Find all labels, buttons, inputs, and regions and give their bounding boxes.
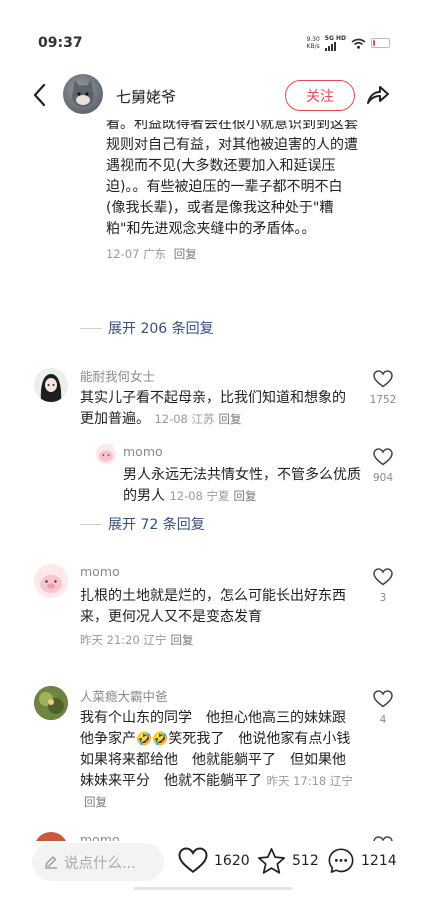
commenter-avatar[interactable] [34, 686, 68, 720]
sub-reply-date-location: 12-08 宁夏 [169, 489, 230, 503]
comment-total: 1214 [361, 853, 397, 869]
like-control[interactable]: 904 [366, 448, 400, 484]
commenter-name[interactable]: momo [80, 832, 120, 841]
pen-icon [45, 856, 57, 869]
star-icon[interactable] [257, 847, 286, 875]
home-indicator [134, 887, 292, 890]
heart-icon[interactable] [373, 690, 393, 708]
expand-replies[interactable]: 展开 72 条回复 [80, 514, 205, 534]
like-count: 4 [379, 714, 387, 726]
nature-avatar-icon [34, 686, 68, 720]
commenter-avatar[interactable] [34, 832, 68, 841]
status-bar: 09:37 9.30 KB/s 5G HD [16, 19, 410, 63]
continued-reply: 看。利益既得者会在很小就意识到到这套规则对自己有益，对其他被迫害的人的遭遇视而不… [106, 120, 360, 262]
comment-meta: 昨天 21:20 辽宁 回复 [80, 632, 193, 648]
network-speed-unit: KB/s [306, 43, 320, 50]
comment-input[interactable]: 说点什么... [32, 843, 164, 881]
comment-body: 我有个山东的同学 他担心他高三的妹妹跟他争家产🤣🤣笑死我了 他说他家有点小钱 如… [80, 708, 364, 813]
bottom-action-bar: 说点什么... 1620 512 1214 [16, 841, 410, 891]
back-icon[interactable] [30, 82, 50, 108]
comment-meta: 12-08 江苏 回复 [154, 412, 241, 426]
expand-replies-label[interactable]: 展开 72 条回复 [108, 514, 205, 534]
like-count: 3 [379, 592, 387, 604]
like-control[interactable]: 3 [366, 568, 400, 604]
status-time: 09:37 [38, 35, 83, 51]
sub-replier-avatar[interactable] [96, 444, 116, 464]
comment-date-location: 12-08 江苏 [154, 412, 215, 426]
commenter-avatar[interactable] [34, 368, 68, 402]
favorite-button[interactable]: 512 [257, 847, 319, 875]
laughing-emoji: 🤣🤣 [136, 732, 169, 747]
comments-list[interactable]: 看。利益既得者会在很小就意识到到这套规则对自己有益，对其他被迫害的人的遭遇视而不… [16, 120, 410, 841]
network-type: 5G HD [324, 35, 346, 42]
reply-date-location: 12-07 广东 [106, 247, 167, 261]
commenter-avatar[interactable] [34, 564, 68, 598]
signal-bars-icon [324, 42, 346, 51]
like-count: 1752 [369, 394, 397, 406]
sub-replier-name[interactable]: momo [123, 444, 163, 459]
expand-divider [80, 523, 102, 525]
app-screen: 09:37 9.30 KB/s 5G HD 七舅姥爷 关注 看。利益既得者会在很… [16, 16, 410, 891]
reply-button[interactable]: 回复 [84, 795, 107, 809]
like-control[interactable]: 4 [366, 690, 400, 726]
reply-text: 看。利益既得者会在很小就意识到到这套规则对自己有益，对其他被迫害的人的遭遇视而不… [106, 120, 358, 237]
heart-icon[interactable] [373, 448, 393, 466]
heart-icon[interactable] [373, 370, 393, 388]
comments-button[interactable]: 1214 [327, 847, 397, 875]
expand-divider [80, 327, 102, 329]
battery-icon [371, 38, 390, 48]
reply-meta: 12-07 广东 回复 [106, 246, 360, 262]
reply-button[interactable]: 回复 [219, 412, 242, 426]
like-count: 904 [372, 472, 394, 484]
cat-avatar-icon [72, 80, 94, 107]
comment-bubble-icon[interactable] [327, 847, 355, 875]
comment-body: 其实儿子看不起母亲，比我们知道和想象的更加普遍。 12-08 江苏 回复 [80, 388, 356, 430]
status-icons: 9.30 KB/s 5G HD [306, 35, 390, 51]
network-speed: 9.30 KB/s [306, 36, 319, 50]
commenter-name[interactable]: momo [80, 564, 120, 579]
author-name[interactable]: 七舅姥爷 [116, 86, 176, 107]
heart-icon[interactable] [373, 568, 393, 586]
commenter-name[interactable]: 人菜瘾大霸中爸 [80, 686, 168, 705]
expand-replies[interactable]: 展开 206 条回复 [80, 318, 214, 338]
pink-pig-avatar-icon [96, 444, 116, 464]
reply-button[interactable]: 回复 [174, 247, 197, 261]
network-signal: 5G HD [324, 35, 346, 51]
pink-pig-avatar-icon [34, 564, 68, 598]
like-total: 1620 [214, 852, 250, 869]
favorite-total: 512 [292, 853, 319, 869]
share-icon[interactable] [365, 82, 391, 108]
heart-icon[interactable] [178, 847, 208, 874]
reply-button[interactable]: 回复 [234, 489, 257, 503]
comment-text: 扎根的土地就是烂的，怎么可能长出好东西来，更何况人又不是变态发育 [80, 588, 346, 625]
battery-level [373, 40, 376, 46]
expand-replies-label[interactable]: 展开 206 条回复 [108, 318, 214, 338]
like-control[interactable]: 1752 [366, 370, 400, 406]
follow-button[interactable]: 关注 [285, 80, 355, 111]
comment-date-location: 昨天 21:20 辽宁 [80, 633, 167, 647]
like-post-button[interactable]: 1620 [178, 847, 250, 874]
girl-avatar-icon [34, 368, 68, 402]
wifi-icon [351, 38, 366, 49]
comment-input-placeholder: 说点什么... [64, 855, 136, 872]
comment-date-location: 昨天 17:18 辽宁 [266, 774, 353, 788]
sub-reply-body: 男人永远无法共情女性，不管多么优质的男人 12-08 宁夏 回复 [123, 465, 367, 507]
reply-button[interactable]: 回复 [170, 633, 193, 647]
network-speed-value: 9.30 [306, 36, 320, 43]
post-header: 七舅姥爷 关注 [16, 70, 410, 120]
commenter-name[interactable]: 能耐我何女士 [80, 366, 155, 385]
author-avatar[interactable] [63, 74, 103, 114]
sub-reply-meta: 12-08 宁夏 回复 [169, 489, 256, 503]
